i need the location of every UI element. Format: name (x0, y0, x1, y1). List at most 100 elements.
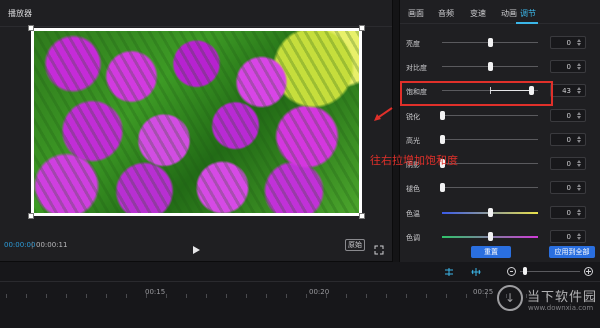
value-input[interactable]: 43 (550, 84, 586, 97)
slider-handle[interactable] (488, 232, 493, 241)
slider-handle[interactable] (488, 38, 493, 47)
crop-handle-top-right[interactable] (359, 25, 365, 31)
value-text: 0 (566, 160, 571, 168)
value-text: 0 (566, 233, 571, 241)
value-input[interactable]: 0 (550, 230, 586, 243)
stepper-icon[interactable] (576, 87, 582, 95)
video-frame-image (34, 31, 359, 213)
arrow-annotation-icon (374, 107, 393, 121)
slider-row: 亮度 0 (400, 31, 600, 55)
value-text: 0 (566, 209, 571, 217)
ruler-tick (66, 294, 67, 298)
ruler-label: 00:15 (145, 288, 166, 296)
value-input[interactable]: 0 (550, 157, 586, 170)
value-text: 43 (562, 87, 571, 95)
value-input[interactable]: 0 (550, 60, 586, 73)
stepper-icon[interactable] (576, 63, 582, 71)
tab-audio[interactable]: 音频 (438, 8, 454, 19)
slider-handle[interactable] (488, 208, 493, 217)
slider-handle[interactable] (440, 183, 445, 192)
stepper-icon[interactable] (576, 112, 582, 120)
slider-track[interactable] (442, 87, 538, 94)
split-icon[interactable] (444, 268, 454, 276)
stepper-icon[interactable] (576, 233, 582, 241)
slider-label: 色调 (406, 234, 420, 242)
value-text: 0 (566, 112, 571, 120)
tab-adjust[interactable]: 调节 (520, 8, 536, 19)
slider-label: 饱和度 (406, 88, 427, 96)
stepper-icon[interactable] (576, 136, 582, 144)
ruler-tick (446, 294, 447, 298)
zoom-in-icon[interactable] (584, 267, 593, 276)
crop-handle-bottom-right[interactable] (359, 213, 365, 219)
slider-row: 褪色 0 (400, 176, 600, 200)
slider-handle[interactable] (440, 111, 445, 120)
ruler-tick (26, 294, 27, 298)
stepper-icon[interactable] (576, 160, 582, 168)
crop-handle-top-left[interactable] (28, 25, 34, 31)
ruler-tick (466, 294, 467, 298)
link-icon[interactable] (471, 268, 481, 276)
tab-speed[interactable]: 变速 (470, 8, 486, 19)
play-button[interactable] (191, 240, 201, 254)
tab-picture[interactable]: 画面 (408, 8, 424, 19)
ruler-tick (386, 294, 387, 298)
value-text: 0 (566, 184, 571, 192)
slider-track[interactable] (442, 115, 538, 116)
value-text: 0 (566, 39, 571, 47)
ruler-tick (86, 294, 87, 298)
value-input[interactable]: 0 (550, 36, 586, 49)
value-text: 0 (566, 63, 571, 71)
slider-handle[interactable] (440, 135, 445, 144)
slider-handle[interactable] (529, 86, 535, 95)
stepper-icon[interactable] (576, 184, 582, 192)
tab-animation[interactable]: 动画 (501, 8, 517, 19)
watermark-name: 当下软件园 (527, 290, 598, 305)
watermark-logo-icon: ↓ (497, 285, 523, 311)
slider-handle[interactable] (488, 62, 493, 71)
tab-bar: 画面 音频 变速 动画 调节 (400, 0, 600, 24)
ruler-tick (266, 294, 267, 298)
slider-row: 对比度 0 (400, 55, 600, 79)
ruler-label: 00:20 (309, 288, 330, 296)
ruler-tick (46, 294, 47, 298)
timeline-toolbar (0, 262, 600, 282)
ruler-tick (406, 294, 407, 298)
apply-to-all-button[interactable]: 应用到全部 (549, 246, 595, 258)
player-panel: 播放器 00:00:00 | 00:00:11 原始 (0, 0, 393, 262)
reset-button[interactable]: 重置 (471, 246, 511, 258)
crop-handle-bottom-left[interactable] (28, 213, 34, 219)
slider-row: 高光 0 (400, 128, 600, 152)
slider-row: 色温 0 (400, 201, 600, 225)
value-input[interactable]: 0 (550, 206, 586, 219)
watermark: ↓ 当下软件园 www.downxia.com (497, 283, 597, 323)
ruler-tick (426, 294, 427, 298)
value-input[interactable]: 0 (550, 109, 586, 122)
fullscreen-button[interactable] (374, 240, 384, 255)
play-icon (193, 246, 200, 254)
slider-row: 锐化 0 (400, 104, 600, 128)
player-title: 播放器 (8, 9, 32, 18)
ruler-tick (286, 294, 287, 298)
value-input[interactable]: 0 (550, 133, 586, 146)
slider-row: 饱和度 43 (400, 79, 600, 103)
ruler-tick (106, 294, 107, 298)
active-tab-indicator (516, 22, 538, 24)
zoom-slider[interactable] (520, 271, 580, 272)
ruler-tick (306, 294, 307, 298)
ruler-tick (6, 294, 7, 298)
time-separator: | (31, 241, 34, 249)
slider-track[interactable] (442, 139, 538, 140)
value-input[interactable]: 0 (550, 181, 586, 194)
ruler-tick (186, 294, 187, 298)
slider-label: 对比度 (406, 64, 427, 72)
zoom-slider-handle[interactable] (523, 267, 527, 275)
stepper-icon[interactable] (576, 209, 582, 217)
stepper-icon[interactable] (576, 39, 582, 47)
aspect-ratio-button[interactable]: 原始 (345, 239, 365, 251)
video-preview[interactable] (31, 28, 362, 216)
slider-track[interactable] (442, 187, 538, 188)
ruler-tick (226, 294, 227, 298)
ruler-tick (366, 294, 367, 298)
zoom-out-icon[interactable] (507, 267, 516, 276)
